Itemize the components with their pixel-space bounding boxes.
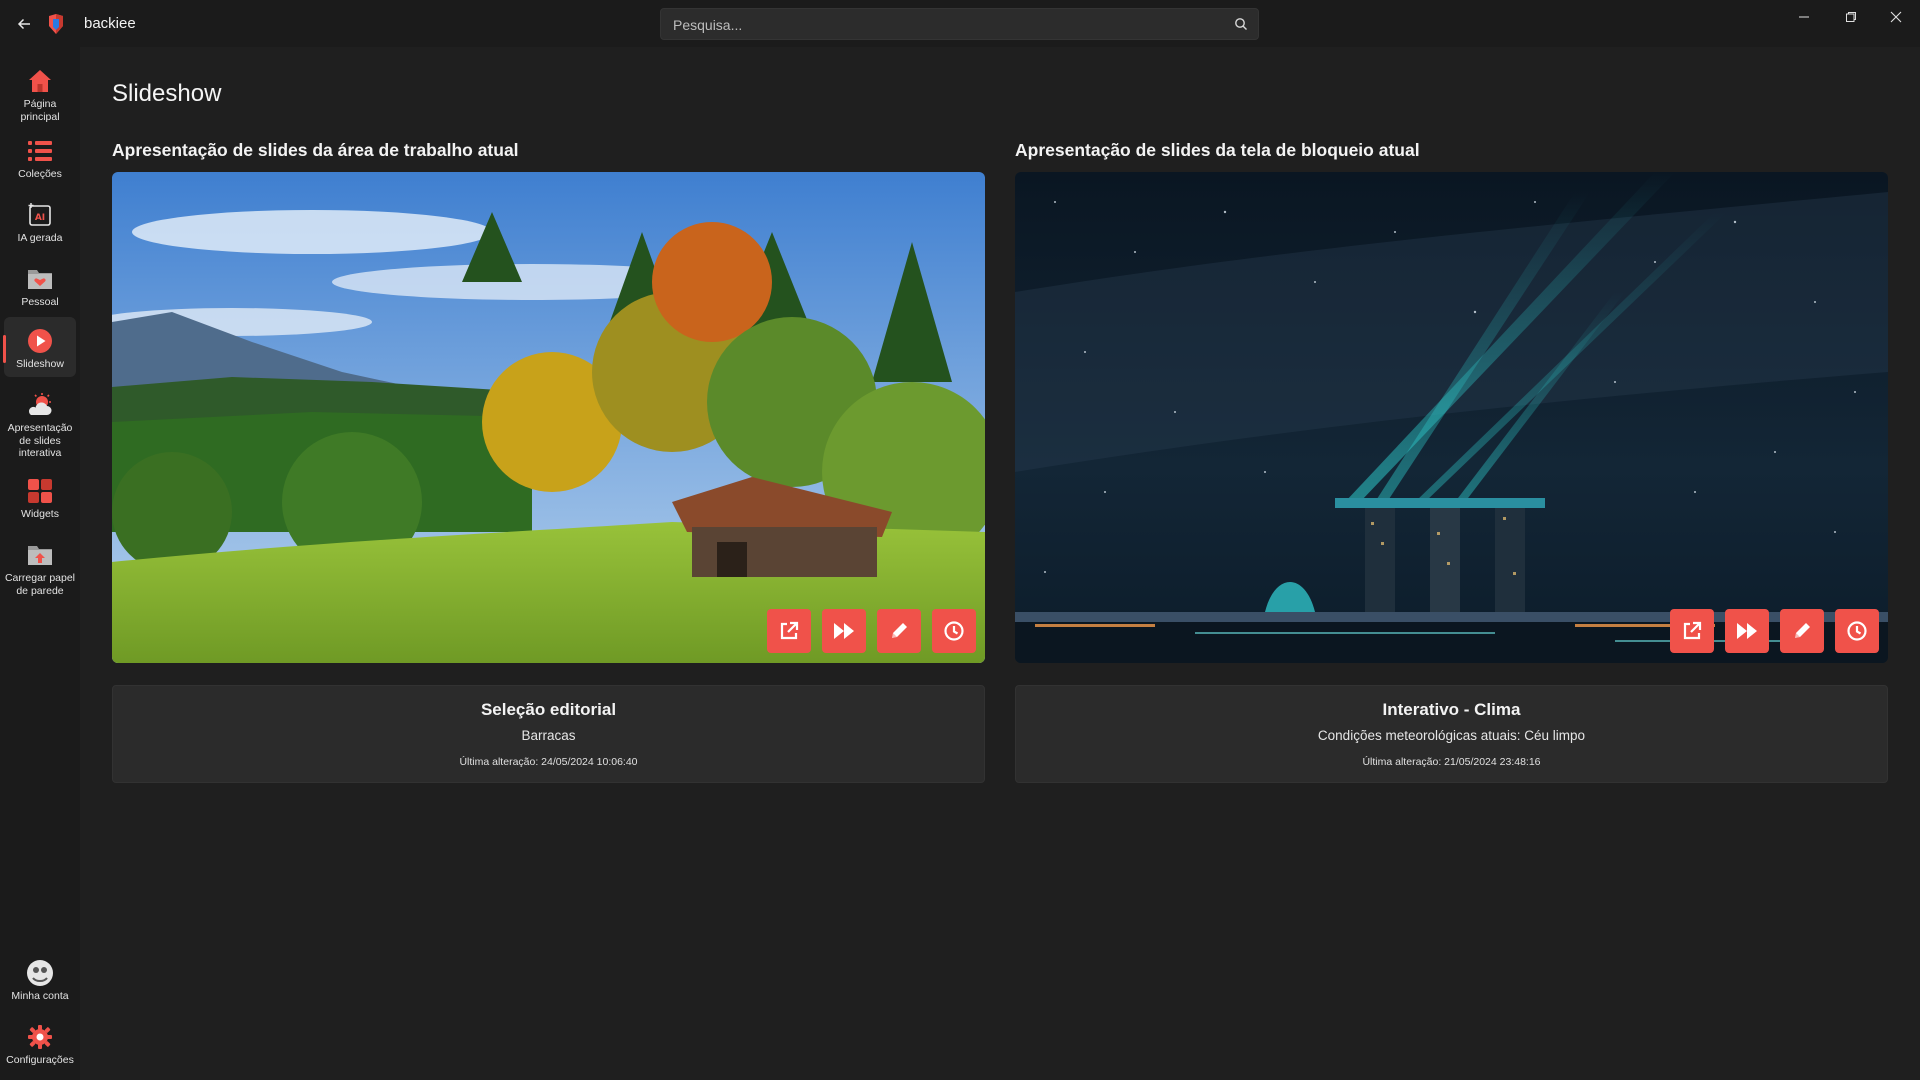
- fast-forward-icon: [1737, 623, 1757, 639]
- pencil-icon: [1795, 623, 1810, 638]
- search-input[interactable]: [671, 14, 1215, 36]
- list-icon: [26, 137, 54, 165]
- desktop-wallpaper-preview[interactable]: [112, 172, 985, 663]
- folder-heart-icon: [26, 265, 54, 293]
- sidebar-item-label: Coleções: [18, 168, 62, 180]
- sidebar-item-upload-wallpaper[interactable]: Carregar papel de parede: [4, 535, 76, 601]
- sidebar-item-label: Minha conta: [11, 990, 69, 1002]
- sidebar-item-widgets[interactable]: Widgets: [4, 471, 76, 521]
- clock-icon: [944, 621, 964, 641]
- edit-button[interactable]: [1780, 609, 1824, 653]
- sidebar-item-home[interactable]: Página principal: [4, 61, 76, 123]
- page-title: Slideshow: [112, 80, 222, 107]
- title-bar: backiee: [0, 0, 1920, 47]
- landscape-image: [112, 172, 985, 663]
- desktop-slideshow-title: Apresentação de slides da área de trabal…: [112, 140, 519, 160]
- external-link-icon: [1683, 621, 1702, 640]
- ai-icon: AI: [26, 201, 54, 229]
- card-subtitle: Condições meteorológicas atuais: Céu lim…: [1317, 728, 1586, 743]
- desktop-slideshow-info-card: Seleção editorial Barracas Última altera…: [112, 685, 985, 783]
- sidebar-item-label: IA gerada: [17, 232, 63, 244]
- search-box[interactable]: [660, 8, 1259, 40]
- lockscreen-slideshow-info-card: Interativo - Clima Condições meteorológi…: [1015, 685, 1888, 783]
- search-icon[interactable]: [1234, 17, 1248, 31]
- sidebar-item-label: Página principal: [20, 98, 60, 123]
- sidebar-item-collections[interactable]: Coleções: [4, 131, 76, 181]
- sidebar-item-slideshow[interactable]: Slideshow: [3, 317, 76, 377]
- card-title: Seleção editorial: [480, 700, 617, 719]
- pencil-icon: [892, 623, 907, 638]
- avatar: [26, 959, 54, 987]
- restore-button[interactable]: [1835, 6, 1867, 28]
- app-name: backiee: [84, 15, 136, 32]
- sidebar-item-label: Carregar papel de parede: [4, 572, 76, 597]
- back-arrow-icon: [17, 18, 30, 30]
- upload-folder-icon: [26, 541, 54, 569]
- fast-forward-icon: [834, 623, 854, 639]
- close-icon: [1890, 11, 1902, 23]
- svg-text:AI: AI: [35, 213, 45, 223]
- clock-icon: [1847, 621, 1867, 641]
- next-wallpaper-button[interactable]: [822, 609, 866, 653]
- sidebar-item-label: Pessoal: [21, 296, 59, 308]
- lockscreen-wallpaper-preview[interactable]: [1015, 172, 1888, 663]
- card-subtitle: Barracas: [521, 728, 576, 743]
- sidebar-item-personal[interactable]: Pessoal: [4, 259, 76, 309]
- app-logo: [49, 14, 63, 34]
- sidebar-item-label: Configurações: [6, 1054, 74, 1066]
- close-button[interactable]: [1880, 6, 1912, 28]
- open-external-button[interactable]: [767, 609, 811, 653]
- last-changed: Última alteração: 24/05/2024 10:06:40: [459, 756, 638, 768]
- sidebar-item-ai[interactable]: AI IA gerada: [4, 195, 76, 245]
- gear-icon: [26, 1023, 54, 1051]
- desktop-actions: [767, 609, 976, 653]
- schedule-button[interactable]: [932, 609, 976, 653]
- edit-button[interactable]: [877, 609, 921, 653]
- next-wallpaper-button[interactable]: [1725, 609, 1769, 653]
- schedule-button[interactable]: [1835, 609, 1879, 653]
- home-icon: [26, 67, 54, 95]
- weather-icon: [26, 391, 54, 419]
- widgets-icon: [26, 477, 54, 505]
- sidebar-item-account[interactable]: Minha conta: [4, 953, 76, 1009]
- sidebar-item-label: Widgets: [21, 508, 59, 520]
- play-icon: [26, 327, 54, 355]
- open-external-button[interactable]: [1670, 609, 1714, 653]
- lockscreen-actions: [1670, 609, 1879, 653]
- restore-icon: [1846, 12, 1856, 22]
- back-button[interactable]: [12, 12, 36, 36]
- card-title: Interativo - Clima: [1382, 700, 1521, 719]
- sidebar-item-interactive-slideshow[interactable]: Apresentação de slides interativa: [4, 385, 76, 471]
- night-city-image: [1015, 172, 1888, 663]
- sidebar-item-label: Slideshow: [16, 358, 64, 370]
- minimize-button[interactable]: [1788, 6, 1820, 28]
- sidebar: Página principal Coleções AI IA gerada P…: [0, 47, 80, 1080]
- lockscreen-slideshow-title: Apresentação de slides da tela de bloque…: [1015, 140, 1420, 160]
- sidebar-item-settings[interactable]: Configurações: [4, 1017, 76, 1073]
- external-link-icon: [780, 621, 799, 640]
- last-changed: Última alteração: 21/05/2024 23:48:16: [1362, 756, 1541, 768]
- sidebar-item-label: Apresentação de slides interativa: [7, 422, 73, 459]
- minimize-icon: [1799, 16, 1809, 18]
